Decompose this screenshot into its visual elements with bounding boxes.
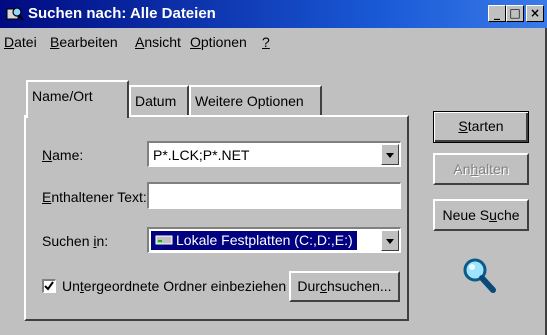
menu-optionen[interactable]: Optionen — [190, 34, 247, 50]
name-dropdown-button[interactable] — [381, 144, 399, 165]
menu-datei[interactable]: Datei — [4, 34, 37, 50]
new-search-button[interactable]: Neue Suche — [433, 199, 529, 231]
checkmark-icon — [44, 281, 54, 291]
hard-drive-icon — [155, 235, 173, 245]
search-window: Suchen nach: Alle Dateien _ □ × Datei Be… — [0, 0, 547, 335]
containing-text-input[interactable] — [147, 182, 401, 209]
containing-text-label: Enthaltener Text: — [42, 189, 147, 205]
name-label: Name: — [42, 147, 84, 163]
find-window-icon — [6, 7, 24, 21]
menu-ansicht[interactable]: Ansicht — [135, 34, 181, 50]
look-in-dropdown-button[interactable] — [381, 230, 399, 251]
maximize-button[interactable]: □ — [506, 5, 524, 22]
subfolders-label[interactable]: Untergeordnete Ordner einbeziehen — [62, 278, 286, 294]
minimize-button[interactable]: _ — [488, 5, 506, 22]
start-button[interactable]: Starten — [433, 111, 529, 143]
menu-bearbeiten[interactable]: Bearbeiten — [50, 34, 118, 50]
close-button[interactable]: × — [526, 5, 544, 22]
name-combobox[interactable]: P*.LCK;P*.NET — [147, 141, 401, 167]
look-in-label: Suchen in: — [42, 233, 109, 249]
name-value: P*.LCK;P*.NET — [153, 147, 250, 163]
tab-name-ort[interactable]: Name/Ort — [26, 80, 129, 118]
look-in-selection: Lokale Festplatten (C:,D:,E:) — [151, 231, 357, 250]
magnifier-icon — [463, 258, 496, 293]
look-in-value: Lokale Festplatten (C:,D:,E:) — [176, 232, 353, 248]
title-bar[interactable]: Suchen nach: Alle Dateien _ □ × — [0, 0, 547, 28]
tab-datum[interactable]: Datum — [129, 85, 189, 116]
window-title: Suchen nach: Alle Dateien — [28, 5, 216, 22]
look-in-combobox[interactable]: Lokale Festplatten (C:,D:,E:) — [147, 227, 401, 253]
menu-help[interactable]: ? — [262, 34, 270, 50]
tab-weitere-optionen[interactable]: Weitere Optionen — [189, 85, 322, 116]
browse-button[interactable]: Durchsuchen... — [289, 271, 400, 302]
stop-button[interactable]: Anhalten — [433, 153, 529, 185]
subfolders-checkbox[interactable] — [42, 279, 56, 293]
menu-bar: Datei Bearbeiten Ansicht Optionen ? — [0, 28, 547, 52]
